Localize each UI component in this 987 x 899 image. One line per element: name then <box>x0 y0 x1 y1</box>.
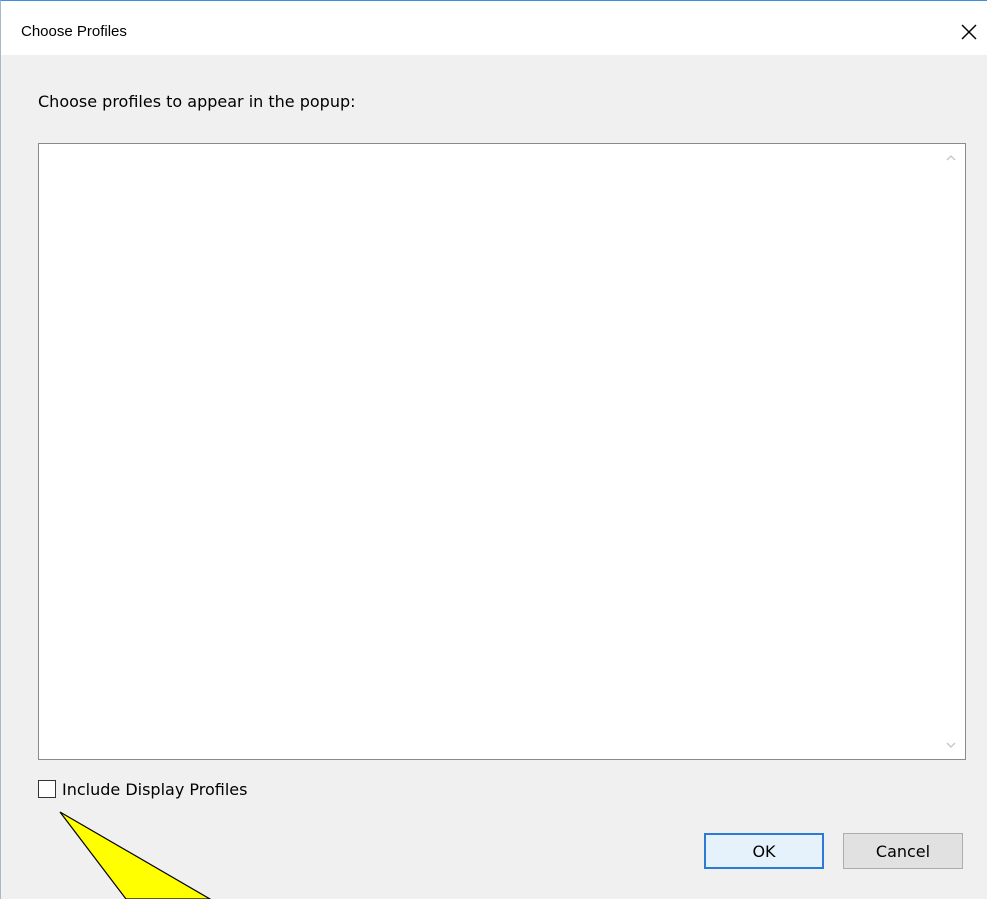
chevron-down-icon[interactable] <box>945 739 957 751</box>
ok-button[interactable]: OK <box>704 833 824 869</box>
title-bar: Choose Profiles <box>1 1 987 55</box>
window-title: Choose Profiles <box>21 23 127 40</box>
choose-profiles-prompt: Choose profiles to appear in the popup: <box>38 92 356 111</box>
close-icon[interactable] <box>957 20 981 44</box>
list-scrollbar[interactable] <box>938 144 965 759</box>
choose-profiles-dialog: Choose Profiles Choose profiles to appea… <box>0 0 987 899</box>
include-display-profiles-option[interactable]: Include Display Profiles <box>38 778 247 800</box>
include-display-profiles-label[interactable]: Include Display Profiles <box>62 780 247 799</box>
include-display-profiles-checkbox[interactable] <box>38 780 56 798</box>
cancel-button[interactable]: Cancel <box>843 833 963 869</box>
profile-list[interactable] <box>38 143 966 760</box>
chevron-up-icon[interactable] <box>945 152 957 164</box>
